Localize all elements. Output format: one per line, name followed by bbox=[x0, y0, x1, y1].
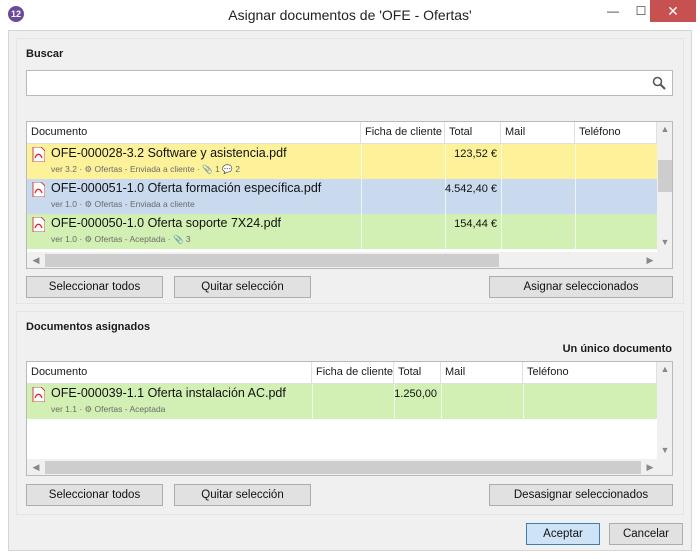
title-bar: 12 Asignar documentos de 'OFE - Ofertas'… bbox=[0, 0, 700, 30]
document-total: 123,52 € bbox=[454, 148, 497, 160]
vertical-scrollbar[interactable]: ▲ ▼ bbox=[657, 362, 672, 459]
document-meta: ver 1.0 · ⚙ Ofertas - Enviada a cliente bbox=[51, 199, 195, 209]
column-header-mail[interactable]: Mail bbox=[501, 122, 575, 144]
column-header-ficha[interactable]: Ficha de cliente bbox=[361, 122, 445, 144]
search-field[interactable] bbox=[26, 70, 673, 96]
close-button[interactable]: ✕ bbox=[650, 0, 696, 22]
search-icon[interactable] bbox=[652, 76, 666, 90]
assigned-label: Documentos asignados bbox=[26, 321, 151, 333]
remove-selection-assigned-button[interactable]: Quitar selección bbox=[174, 484, 311, 506]
scroll-right-icon[interactable]: ▶ bbox=[643, 255, 657, 266]
pdf-icon bbox=[32, 147, 45, 162]
table-row[interactable]: OFE-000028-3.2 Software y asistencia.pdf… bbox=[27, 144, 657, 179]
scroll-thumb[interactable] bbox=[658, 160, 672, 192]
assign-selected-button[interactable]: Asignar seleccionados bbox=[489, 276, 673, 298]
scroll-thumb[interactable] bbox=[45, 254, 499, 267]
search-label: Buscar bbox=[26, 48, 64, 60]
accept-button[interactable]: Aceptar bbox=[526, 523, 600, 545]
document-title: OFE-000051-1.0 Oferta formación específi… bbox=[51, 181, 322, 195]
minimize-button[interactable]: — bbox=[598, 0, 628, 22]
search-input[interactable] bbox=[31, 72, 641, 94]
document-title: OFE-000028-3.2 Software y asistencia.pdf bbox=[51, 146, 287, 160]
document-meta: ver 3.2 · ⚙ Ofertas - Enviada a cliente … bbox=[51, 164, 240, 174]
pdf-icon bbox=[32, 387, 45, 402]
unassign-selected-button[interactable]: Desasignar seleccionados bbox=[489, 484, 673, 506]
scroll-down-icon[interactable]: ▼ bbox=[658, 237, 672, 247]
mode-label: Un único documento bbox=[562, 343, 672, 355]
pdf-icon bbox=[32, 182, 45, 197]
document-title: OFE-000050-1.0 Oferta soporte 7X24.pdf bbox=[51, 216, 281, 230]
column-header-telefono[interactable]: Teléfono bbox=[575, 122, 657, 144]
document-meta: ver 1.0 · ⚙ Ofertas - Aceptada · 📎 3 bbox=[51, 234, 191, 244]
vertical-scrollbar[interactable]: ▲ ▼ bbox=[657, 122, 672, 252]
column-header-documento[interactable]: Documento bbox=[27, 362, 312, 384]
scroll-left-icon[interactable]: ◀ bbox=[29, 255, 43, 266]
column-header-total[interactable]: Total bbox=[394, 362, 441, 384]
scroll-thumb[interactable] bbox=[45, 461, 641, 474]
column-header-telefono[interactable]: Teléfono bbox=[523, 362, 657, 384]
scroll-down-icon[interactable]: ▼ bbox=[658, 445, 672, 455]
document-total: 4.542,40 € bbox=[445, 183, 497, 195]
select-all-assigned-button[interactable]: Seleccionar todos bbox=[26, 484, 163, 506]
scroll-up-icon[interactable]: ▲ bbox=[658, 124, 672, 134]
grid-header: Documento Ficha de cliente Total Mail Te… bbox=[27, 122, 657, 144]
column-header-ficha[interactable]: Ficha de cliente bbox=[312, 362, 394, 384]
remove-selection-button[interactable]: Quitar selección bbox=[174, 276, 311, 298]
document-meta: ver 1.1 · ⚙ Ofertas - Aceptada bbox=[51, 404, 166, 414]
assigned-documents-grid[interactable]: Documento Ficha de cliente Total Mail Te… bbox=[26, 361, 673, 476]
document-total: 1.250,00 bbox=[394, 388, 437, 400]
table-row[interactable]: OFE-000051-1.0 Oferta formación específi… bbox=[27, 179, 657, 214]
column-header-total[interactable]: Total bbox=[445, 122, 501, 144]
pdf-icon bbox=[32, 217, 45, 232]
window-title: Asignar documentos de 'OFE - Ofertas' bbox=[228, 7, 472, 23]
grid-header: Documento Ficha de cliente Total Mail Te… bbox=[27, 362, 657, 384]
select-all-button[interactable]: Seleccionar todos bbox=[26, 276, 163, 298]
scroll-up-icon[interactable]: ▲ bbox=[658, 364, 672, 374]
cancel-button[interactable]: Cancelar bbox=[609, 523, 683, 545]
column-header-mail[interactable]: Mail bbox=[441, 362, 523, 384]
table-row[interactable]: OFE-000039-1.1 Oferta instalación AC.pdf… bbox=[27, 384, 657, 419]
column-header-documento[interactable]: Documento bbox=[27, 122, 361, 144]
document-total: 154,44 € bbox=[454, 218, 497, 230]
scroll-left-icon[interactable]: ◀ bbox=[29, 462, 43, 473]
horizontal-scrollbar[interactable]: ◀ ▶ bbox=[27, 459, 672, 475]
horizontal-scrollbar[interactable]: ◀ ▶ bbox=[27, 252, 672, 268]
scroll-right-icon[interactable]: ▶ bbox=[643, 462, 657, 473]
table-row[interactable]: OFE-000050-1.0 Oferta soporte 7X24.pdf v… bbox=[27, 214, 657, 249]
available-documents-grid[interactable]: Documento Ficha de cliente Total Mail Te… bbox=[26, 121, 673, 269]
document-title: OFE-000039-1.1 Oferta instalación AC.pdf bbox=[51, 386, 286, 400]
